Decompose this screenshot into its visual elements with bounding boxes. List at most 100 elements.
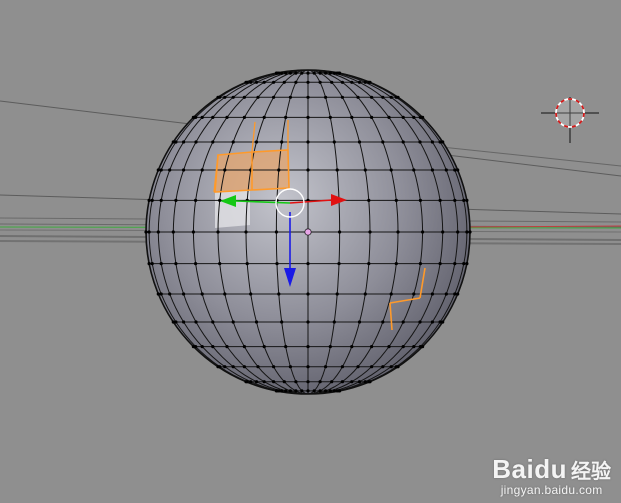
mesh-vertex[interactable] (277, 292, 281, 296)
mesh-vertex[interactable] (225, 345, 229, 349)
mesh-vertex[interactable] (182, 320, 186, 324)
mesh-vertex[interactable] (324, 365, 328, 369)
mesh-vertex[interactable] (223, 365, 227, 369)
mesh-vertex[interactable] (306, 389, 310, 393)
mesh-vertex[interactable] (280, 389, 284, 393)
mesh-vertex[interactable] (300, 389, 304, 393)
mesh-vertex[interactable] (284, 389, 288, 393)
mesh-vertex[interactable] (294, 71, 298, 75)
mesh-vertex[interactable] (245, 380, 249, 384)
mesh-vertex[interactable] (430, 320, 434, 324)
mesh-vertex[interactable] (223, 95, 227, 99)
mesh-vertex[interactable] (418, 262, 422, 266)
mesh-vertex[interactable] (262, 115, 266, 119)
mesh-vertex[interactable] (367, 262, 371, 266)
mesh-vertex[interactable] (453, 262, 457, 266)
mesh-vertex[interactable] (254, 140, 259, 144)
mesh-vertex[interactable] (412, 292, 416, 296)
viewport-canvas[interactable] (0, 0, 621, 503)
mesh-vertex[interactable] (288, 389, 292, 393)
mesh-vertex[interactable] (200, 345, 204, 349)
mesh-vertex[interactable] (453, 168, 457, 172)
mesh-vertex[interactable] (357, 140, 362, 144)
mesh-vertex[interactable] (200, 292, 204, 296)
mesh-vertex[interactable] (274, 230, 278, 234)
mesh-vertex[interactable] (280, 71, 284, 75)
mesh-vertex[interactable] (332, 320, 336, 324)
mesh-vertex[interactable] (338, 230, 342, 234)
mesh-vertex[interactable] (396, 230, 400, 234)
mesh-vertex[interactable] (280, 140, 284, 144)
mesh-vertex[interactable] (280, 320, 284, 324)
mesh-vertex[interactable] (338, 71, 342, 75)
mesh-vertex[interactable] (453, 292, 457, 296)
mesh-vertex[interactable] (312, 71, 316, 75)
mesh-vertex[interactable] (168, 168, 172, 172)
mesh-vertex[interactable] (231, 95, 235, 99)
mesh-vertex[interactable] (306, 168, 310, 172)
mesh-vertex[interactable] (356, 95, 360, 99)
mesh-vertex[interactable] (156, 168, 160, 172)
mesh-vertex[interactable] (218, 262, 222, 266)
mesh-vertex[interactable] (412, 345, 416, 349)
mesh-vertex[interactable] (387, 345, 391, 349)
mesh-vertex[interactable] (262, 80, 266, 84)
mesh-vertex[interactable] (284, 345, 288, 349)
mesh-vertex[interactable] (156, 230, 160, 234)
mesh-vertex[interactable] (337, 262, 341, 266)
mesh-vertex[interactable] (282, 80, 286, 84)
mesh-vertex[interactable] (468, 230, 472, 234)
mesh-vertex[interactable] (318, 71, 322, 75)
mesh-vertex[interactable] (277, 168, 281, 172)
mesh-vertex[interactable] (363, 380, 367, 384)
mesh-vertex[interactable] (462, 198, 466, 202)
mesh-vertex[interactable] (156, 292, 160, 296)
mesh-vertex[interactable] (335, 292, 339, 296)
mesh-vertex[interactable] (430, 292, 434, 296)
mesh-vertex[interactable] (242, 365, 246, 369)
mesh-vertex[interactable] (363, 168, 367, 172)
mesh-vertex[interactable] (330, 80, 334, 84)
mesh-vertex[interactable] (456, 168, 460, 172)
mesh-vertex[interactable] (430, 168, 434, 172)
mesh-vertex[interactable] (231, 320, 235, 324)
mesh-vertex[interactable] (194, 115, 198, 119)
mesh-vertex[interactable] (272, 365, 276, 369)
mesh-vertex[interactable] (218, 365, 222, 369)
mesh-vertex[interactable] (159, 198, 163, 202)
mesh-vertex[interactable] (245, 262, 249, 266)
mesh-vertex[interactable] (194, 320, 198, 324)
mesh-vertex[interactable] (363, 80, 367, 84)
mesh-vertex[interactable] (306, 320, 310, 324)
mesh-vertex[interactable] (340, 365, 344, 369)
mesh-vertex[interactable] (401, 345, 405, 349)
mesh-vertex[interactable] (363, 292, 367, 296)
mesh-vertex[interactable] (218, 198, 222, 202)
mesh-vertex[interactable] (182, 168, 186, 172)
mesh-vertex[interactable] (242, 95, 246, 99)
mesh-vertex[interactable] (340, 80, 344, 84)
mesh-vertex[interactable] (272, 95, 276, 99)
mesh-vertex[interactable] (441, 320, 445, 324)
mesh-vertex[interactable] (328, 71, 332, 75)
mesh-vertex[interactable] (394, 262, 398, 266)
mesh-vertex[interactable] (182, 292, 186, 296)
mesh-vertex[interactable] (394, 198, 398, 202)
mesh-vertex[interactable] (306, 140, 310, 144)
mesh-vertex[interactable] (249, 292, 253, 296)
mesh-vertex[interactable] (332, 140, 336, 144)
mesh-vertex[interactable] (328, 115, 332, 119)
mesh-vertex[interactable] (223, 168, 227, 172)
mesh-vertex[interactable] (357, 80, 362, 84)
mesh-vertex[interactable] (150, 262, 154, 266)
mesh-vertex[interactable] (340, 380, 344, 384)
mesh-vertex[interactable] (389, 168, 393, 172)
mesh-vertex[interactable] (430, 140, 434, 144)
mesh-vertex[interactable] (318, 380, 322, 384)
mesh-vertex[interactable] (350, 345, 354, 349)
mesh-vertex[interactable] (174, 140, 178, 144)
mesh-vertex[interactable] (350, 115, 354, 119)
mesh-vertex[interactable] (357, 320, 362, 324)
mesh-vertex[interactable] (465, 198, 469, 202)
mesh-vertex[interactable] (294, 389, 298, 393)
